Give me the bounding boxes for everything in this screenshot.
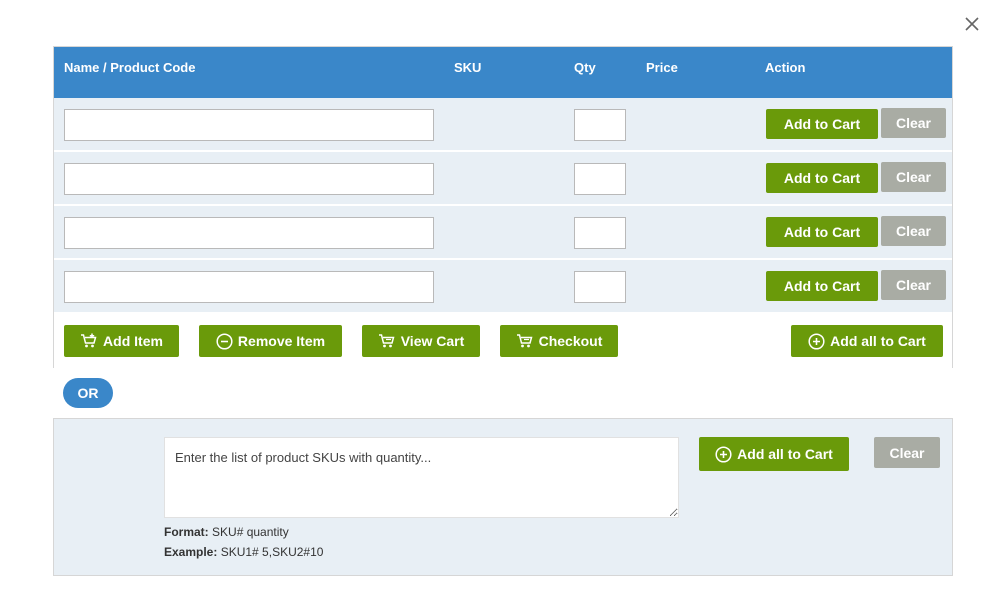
product-name-input[interactable] <box>64 271 434 303</box>
add-to-cart-button[interactable]: Add to Cart <box>766 163 878 193</box>
bulk-add-all-to-cart-button[interactable]: Add all to Cart <box>699 437 849 471</box>
or-separator: OR <box>63 378 113 408</box>
quantity-input[interactable] <box>574 271 626 303</box>
clear-button[interactable]: Clear <box>881 216 946 246</box>
add-item-label: Add Item <box>103 333 163 349</box>
example-label: Example: <box>164 545 218 559</box>
checkout-label: Checkout <box>538 333 603 349</box>
remove-item-button[interactable]: Remove Item <box>199 325 342 357</box>
close-icon <box>965 17 979 31</box>
close-button[interactable] <box>962 14 982 34</box>
column-header-price: Price <box>646 60 678 75</box>
clear-button[interactable]: Clear <box>881 108 946 138</box>
bulk-add-all-label: Add all to Cart <box>737 446 833 462</box>
column-header-action: Action <box>765 60 806 75</box>
table-row: Add to Cart Clear <box>54 152 952 204</box>
cart-icon <box>516 333 534 349</box>
checkout-button[interactable]: Checkout <box>500 325 618 357</box>
product-name-input[interactable] <box>64 163 434 195</box>
add-to-cart-button[interactable]: Add to Cart <box>766 217 878 247</box>
quantity-input[interactable] <box>574 109 626 141</box>
bulk-sku-textarea[interactable] <box>164 437 679 518</box>
example-value: SKU1# 5,SKU2#10 <box>220 545 324 559</box>
format-label: Format: <box>164 525 209 539</box>
add-all-to-cart-button[interactable]: Add all to Cart <box>791 325 943 357</box>
table-header: Name / Product Code SKU Qty Price Action <box>54 47 952 98</box>
table-row: Add to Cart Clear <box>54 206 952 258</box>
column-header-sku: SKU <box>454 60 482 75</box>
bulk-clear-button[interactable]: Clear <box>874 437 940 468</box>
add-item-button[interactable]: Add Item <box>64 325 179 357</box>
table-footer-actions: Add Item Remove Item View Cart Checkout … <box>54 312 952 368</box>
quantity-input[interactable] <box>574 163 626 195</box>
clear-button[interactable]: Clear <box>881 162 946 192</box>
format-hint: Format: SKU# quantity <box>164 525 289 539</box>
table-row: Add to Cart Clear <box>54 98 952 150</box>
add-to-cart-button[interactable]: Add to Cart <box>766 109 878 139</box>
view-cart-button[interactable]: View Cart <box>362 325 480 357</box>
view-cart-label: View Cart <box>400 333 465 349</box>
cart-icon <box>378 333 396 349</box>
product-name-input[interactable] <box>64 109 434 141</box>
minus-circle-icon <box>216 332 233 350</box>
column-header-qty: Qty <box>574 60 596 75</box>
example-hint: Example: SKU1# 5,SKU2#10 <box>164 545 323 559</box>
add-to-cart-button[interactable]: Add to Cart <box>766 271 878 301</box>
quick-order-table: Name / Product Code SKU Qty Price Action… <box>53 46 953 368</box>
bulk-sku-panel: Add all to Cart Clear Format: SKU# quant… <box>53 418 953 576</box>
table-row: Add to Cart Clear <box>54 260 952 312</box>
remove-item-label: Remove Item <box>237 333 326 349</box>
quantity-input[interactable] <box>574 217 626 249</box>
format-value: SKU# quantity <box>212 525 289 539</box>
column-header-name: Name / Product Code <box>64 60 196 75</box>
product-name-input[interactable] <box>64 217 434 249</box>
plus-circle-icon <box>808 332 825 350</box>
plus-circle-icon <box>715 445 732 463</box>
clear-button[interactable]: Clear <box>881 270 946 300</box>
add-all-to-cart-label: Add all to Cart <box>830 333 926 349</box>
cart-plus-icon <box>80 333 98 349</box>
